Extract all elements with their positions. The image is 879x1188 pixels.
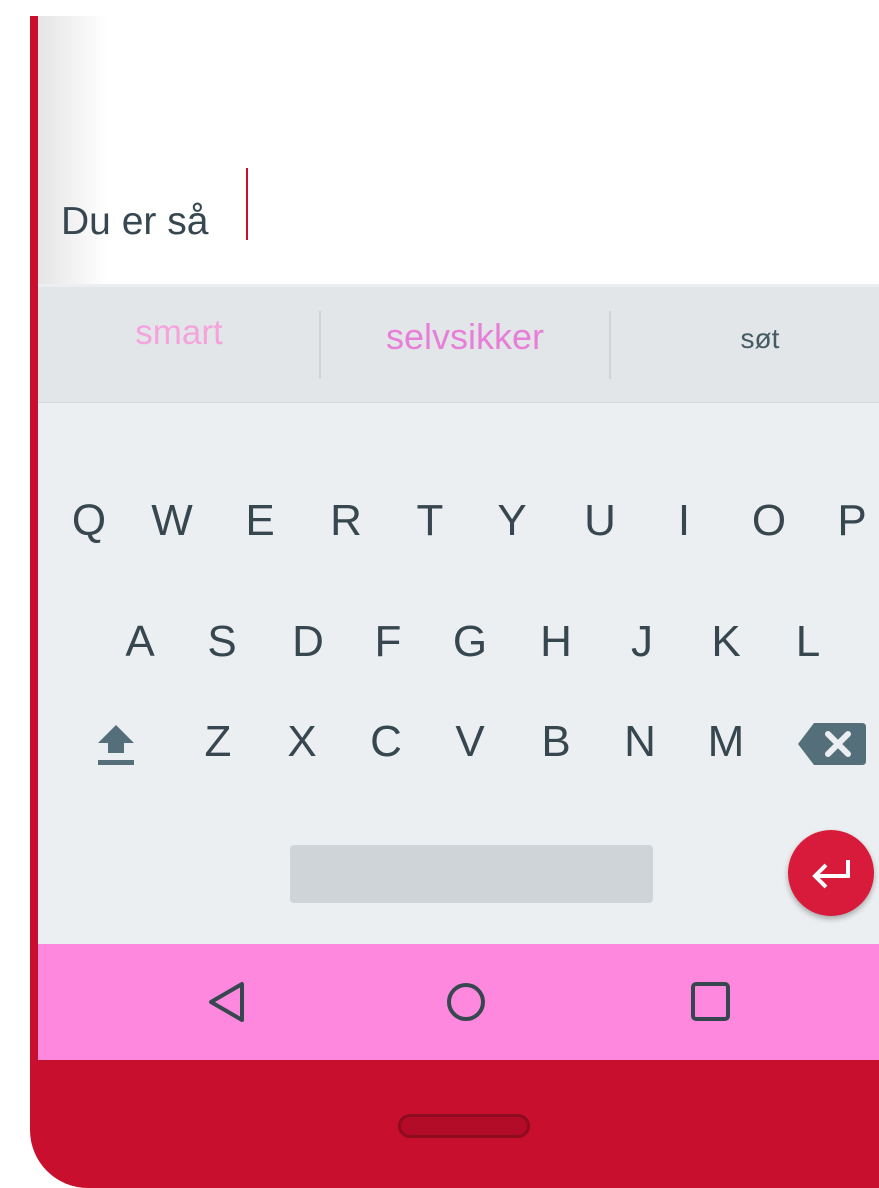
soft-keyboard: smart selvsikker søt Q W E R T Y U I O P… xyxy=(38,287,879,944)
backspace-key[interactable] xyxy=(796,697,868,787)
key-t[interactable]: T xyxy=(400,476,460,566)
key-w[interactable]: W xyxy=(142,476,202,566)
suggestion-item[interactable]: selvsikker xyxy=(320,287,610,402)
phone-frame: Du er så smart selvsikker søt Q W E R T … xyxy=(30,16,879,1188)
suggestion-item[interactable]: søt xyxy=(610,287,879,402)
key-k[interactable]: K xyxy=(696,597,756,687)
key-a[interactable]: A xyxy=(110,597,170,687)
key-y[interactable]: Y xyxy=(482,476,542,566)
phone-speaker xyxy=(398,1114,530,1138)
key-i[interactable]: I xyxy=(654,476,714,566)
recents-button[interactable] xyxy=(681,972,741,1032)
suggestion-label: søt xyxy=(740,323,780,354)
key-s[interactable]: S xyxy=(192,597,252,687)
key-j[interactable]: J xyxy=(612,597,672,687)
key-n[interactable]: N xyxy=(610,697,670,787)
key-l[interactable]: L xyxy=(778,597,838,687)
key-v[interactable]: V xyxy=(440,697,500,787)
text-caret xyxy=(246,168,248,240)
key-m[interactable]: M xyxy=(696,697,756,787)
key-p[interactable]: P xyxy=(822,476,879,566)
key-g[interactable]: G xyxy=(440,597,500,687)
page: Du er så smart selvsikker søt Q W E R T … xyxy=(0,0,879,1188)
key-h[interactable]: H xyxy=(526,597,586,687)
suggestion-strip: smart selvsikker søt xyxy=(38,287,879,403)
phone-screen: Du er så smart selvsikker søt Q W E R T … xyxy=(38,16,879,1060)
key-b[interactable]: B xyxy=(526,697,586,787)
suggestion-label: smart xyxy=(135,313,223,352)
navigation-bar xyxy=(38,944,879,1060)
home-button[interactable] xyxy=(436,972,496,1032)
home-circle-icon xyxy=(447,983,485,1021)
space-bar[interactable] xyxy=(290,845,653,903)
shift-key[interactable] xyxy=(86,697,146,787)
key-o[interactable]: O xyxy=(739,476,799,566)
suggestion-label: selvsikker xyxy=(385,316,545,357)
key-e[interactable]: E xyxy=(230,476,290,566)
key-f[interactable]: F xyxy=(358,597,418,687)
key-z[interactable]: Z xyxy=(188,697,248,787)
enter-button[interactable] xyxy=(788,830,874,916)
text-input-area[interactable]: Du er så xyxy=(38,16,879,287)
key-u[interactable]: U xyxy=(570,476,630,566)
key-q[interactable]: Q xyxy=(59,476,119,566)
back-button[interactable] xyxy=(198,972,258,1032)
back-triangle-icon xyxy=(209,982,244,1022)
typed-text: Du er så xyxy=(61,200,209,243)
shift-arrow-icon xyxy=(98,725,134,765)
key-c[interactable]: C xyxy=(356,697,416,787)
recents-square-icon xyxy=(691,982,730,1021)
edge-shadow xyxy=(38,16,108,286)
backspace-icon xyxy=(798,723,866,765)
key-r[interactable]: R xyxy=(316,476,376,566)
key-x[interactable]: X xyxy=(272,697,332,787)
suggestion-item[interactable]: smart xyxy=(38,287,320,402)
key-d[interactable]: D xyxy=(278,597,338,687)
enter-return-icon xyxy=(812,860,850,889)
